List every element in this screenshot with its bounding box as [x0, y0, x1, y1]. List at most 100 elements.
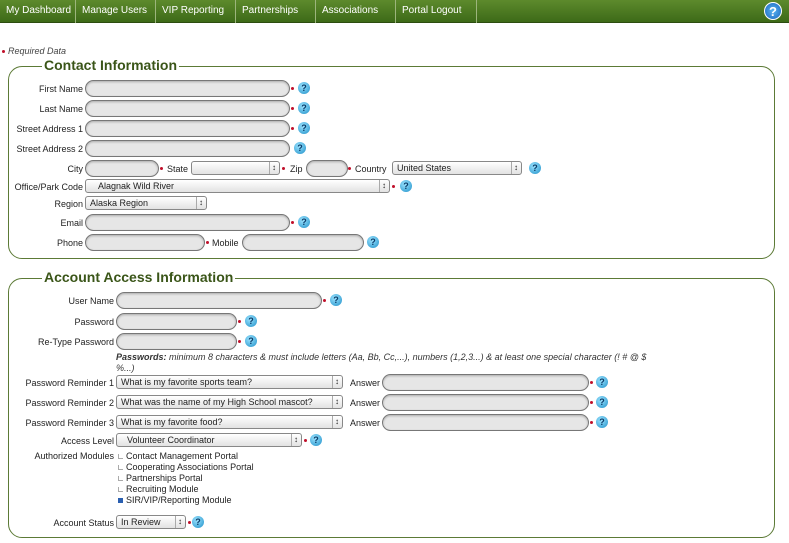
account-status-label: Account Status	[53, 518, 114, 528]
required-dot-icon	[392, 185, 395, 188]
answer3-input[interactable]	[382, 414, 589, 431]
help-icon[interactable]: ?	[596, 416, 608, 428]
mobile-input[interactable]	[242, 234, 364, 251]
help-icon[interactable]: ?	[400, 180, 412, 192]
required-dot-icon	[206, 241, 209, 244]
module-label: Contact Management Portal	[126, 451, 239, 461]
reminder1-select[interactable]: What is my favorite sports team?	[116, 375, 343, 389]
help-icon[interactable]: ?	[245, 315, 257, 327]
checkbox[interactable]	[118, 454, 123, 459]
help-icon[interactable]: ?	[192, 516, 204, 528]
help-icon[interactable]: ?	[764, 2, 782, 20]
module-cooperating-associations[interactable]: Cooperating Associations Portal	[118, 462, 254, 472]
required-dot-icon	[590, 401, 593, 404]
account-status-select[interactable]: In Review	[116, 515, 186, 529]
help-icon[interactable]: ?	[310, 434, 322, 446]
street1-label: Street Address 1	[16, 124, 83, 134]
help-icon[interactable]: ?	[330, 294, 342, 306]
required-dot-icon	[291, 127, 294, 130]
help-icon[interactable]: ?	[367, 236, 379, 248]
answer1-input[interactable]	[382, 374, 589, 391]
zip-label: Zip	[290, 164, 303, 174]
required-note: Required Data	[2, 46, 66, 56]
username-input[interactable]	[116, 292, 322, 309]
help-icon[interactable]: ?	[596, 376, 608, 388]
zip-input[interactable]	[306, 160, 348, 177]
phone-input[interactable]	[85, 234, 205, 251]
answer3-label: Answer	[350, 418, 381, 428]
help-icon[interactable]: ?	[298, 102, 310, 114]
required-dot-icon	[2, 50, 5, 54]
email-input[interactable]	[85, 214, 290, 231]
retype-password-input[interactable]	[116, 333, 237, 350]
password-input[interactable]	[116, 313, 237, 330]
region-select[interactable]: Alaska Region	[85, 196, 207, 210]
username-label: User Name	[68, 296, 114, 306]
required-dot-icon	[291, 87, 294, 90]
answer2-label: Answer	[350, 398, 381, 408]
required-dot-icon	[238, 320, 241, 323]
street1-input[interactable]	[85, 120, 290, 137]
help-icon[interactable]: ?	[596, 396, 608, 408]
checkbox[interactable]	[118, 476, 123, 481]
last-name-input[interactable]	[85, 100, 290, 117]
city-label: City	[67, 164, 84, 174]
required-dot-icon	[291, 107, 294, 110]
required-dot-icon	[304, 439, 307, 442]
help-icon[interactable]: ?	[298, 122, 310, 134]
checkbox-checked[interactable]	[118, 498, 123, 503]
contact-legend: Contact Information	[42, 57, 179, 73]
nav-my-dashboard[interactable]: My Dashboard	[0, 0, 76, 23]
account-legend: Account Access Information	[42, 269, 236, 285]
checkbox[interactable]	[118, 465, 123, 470]
required-dot-icon	[348, 167, 351, 170]
required-dot-icon	[238, 340, 241, 343]
help-icon[interactable]: ?	[529, 162, 541, 174]
first-name-label: First Name	[38, 84, 83, 94]
last-name-label: Last Name	[39, 104, 83, 114]
password-rules-note: Passwords: minimum 8 characters & must i…	[116, 352, 656, 374]
answer1-label: Answer	[350, 378, 381, 388]
office-label: Office/Park Code	[14, 182, 83, 192]
help-icon[interactable]: ?	[245, 335, 257, 347]
phone-label: Phone	[56, 238, 83, 248]
required-dot-icon	[160, 167, 163, 170]
module-label: Partnerships Portal	[126, 473, 203, 483]
required-dot-icon	[282, 167, 285, 170]
password-label: Password	[74, 317, 114, 327]
mobile-label: Mobile	[212, 238, 239, 248]
checkbox[interactable]	[118, 487, 123, 492]
module-sir-vip-reporting[interactable]: SIR/VIP/Reporting Module	[118, 495, 232, 505]
reminder3-select[interactable]: What is my favorite food?	[116, 415, 343, 429]
street2-label: Street Address 2	[16, 144, 83, 154]
module-label: SIR/VIP/Reporting Module	[126, 495, 232, 505]
nav-manage-users[interactable]: Manage Users	[76, 0, 156, 23]
required-note-text: Required Data	[8, 46, 67, 56]
reminder2-select[interactable]: What was the name of my High School masc…	[116, 395, 343, 409]
first-name-input[interactable]	[85, 80, 290, 97]
top-nav: My Dashboard Manage Users VIP Reporting …	[0, 0, 789, 23]
nav-partnerships[interactable]: Partnerships	[236, 0, 316, 23]
module-contact-management[interactable]: Contact Management Portal	[118, 451, 238, 461]
module-partnerships[interactable]: Partnerships Portal	[118, 473, 203, 483]
city-input[interactable]	[85, 160, 159, 177]
access-level-select[interactable]: Volunteer Coordinator	[116, 433, 302, 447]
state-label: State	[167, 164, 189, 174]
nav-vip-reporting[interactable]: VIP Reporting	[156, 0, 236, 23]
answer2-input[interactable]	[382, 394, 589, 411]
help-icon[interactable]: ?	[294, 142, 306, 154]
nav-associations[interactable]: Associations	[316, 0, 396, 23]
module-recruiting[interactable]: Recruiting Module	[118, 484, 199, 494]
help-icon[interactable]: ?	[298, 82, 310, 94]
country-label: Country	[355, 164, 387, 174]
reminder3-label: Password Reminder 3	[25, 418, 114, 428]
module-label: Recruiting Module	[126, 484, 199, 494]
office-select[interactable]: Alagnak Wild River	[85, 179, 390, 193]
required-dot-icon	[590, 381, 593, 384]
state-select[interactable]	[191, 161, 280, 175]
nav-portal-logout[interactable]: Portal Logout	[396, 0, 477, 23]
street2-input[interactable]	[85, 140, 290, 157]
region-label: Region	[54, 199, 83, 209]
help-icon[interactable]: ?	[298, 216, 310, 228]
country-select[interactable]: United States	[392, 161, 522, 175]
